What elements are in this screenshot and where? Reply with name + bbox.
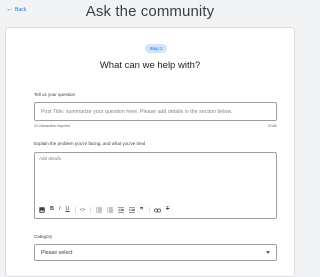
bullet-list-icon[interactable] — [96, 207, 102, 213]
toolbar-divider — [74, 207, 75, 213]
editor-toolbar: B I U <> ❞ T — [39, 205, 169, 215]
italic-icon[interactable]: I — [59, 207, 61, 213]
top-bar: ← Back Ask the community — [0, 0, 300, 26]
chevron-down-icon — [266, 251, 270, 254]
code-icon[interactable]: <> — [80, 207, 85, 213]
quote-icon[interactable]: ❞ — [140, 207, 144, 214]
toolbar-divider — [148, 207, 150, 213]
category-select[interactable]: Please select — [34, 244, 277, 261]
indent-increase-icon[interactable] — [128, 207, 135, 213]
details-label: Explain the problem you're facing, and w… — [34, 141, 146, 146]
question-placeholder: Post Title: summarize your question here… — [41, 108, 233, 115]
question-label: Tell us your question — [34, 92, 76, 97]
character-requirement: 10 characters required — [34, 124, 70, 128]
form-heading: What can we help with? — [99, 60, 201, 71]
character-counter: 0/180 — [268, 124, 277, 128]
image-icon[interactable] — [39, 207, 45, 213]
numbered-list-icon[interactable] — [107, 207, 113, 213]
page-title: Ask the community — [85, 3, 215, 20]
category-selected-value: Please select — [41, 249, 73, 256]
indent-decrease-icon[interactable] — [117, 207, 124, 213]
clear-format-icon[interactable]: T — [166, 207, 169, 213]
step-badge: Step 1 — [145, 44, 167, 53]
question-form-card: Step 1 What can we help with? Tell us yo… — [5, 27, 295, 277]
question-title-input[interactable]: Post Title: summarize your question here… — [34, 102, 277, 121]
details-editor[interactable]: Add details B I U <> ❞ T — [34, 152, 277, 219]
details-placeholder: Add details — [39, 156, 62, 161]
bold-icon[interactable]: B — [50, 207, 54, 213]
category-label: Category — [34, 234, 53, 239]
link-icon[interactable] — [154, 208, 161, 213]
underline-icon[interactable]: U — [66, 207, 70, 213]
toolbar-divider — [90, 207, 91, 213]
